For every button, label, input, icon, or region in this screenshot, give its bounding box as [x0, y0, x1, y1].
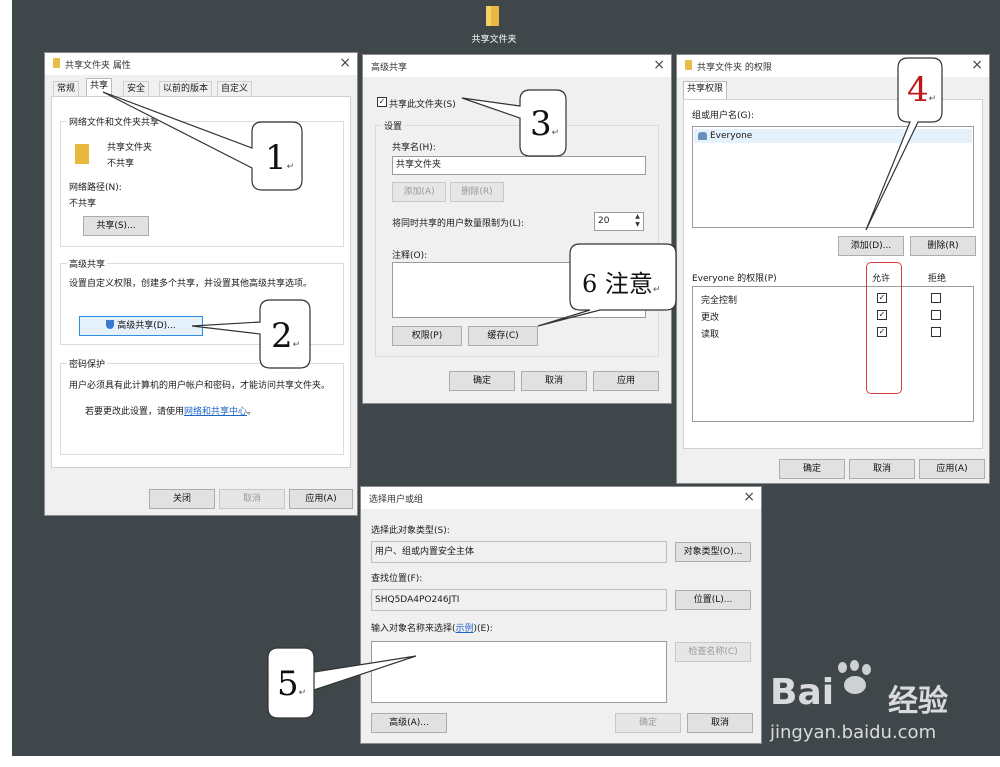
callout-6-return-mark: ↵ [652, 285, 661, 295]
baidu-watermark: Bai 经验 jingyan.baidu.com [770, 656, 990, 756]
watermark-brand-cn: 经验 [888, 684, 948, 719]
callout-2-return-mark: ↵ [292, 340, 301, 350]
watermark-url: jingyan.baidu.com [770, 722, 937, 743]
paw-icon [834, 660, 878, 700]
callout-5-label: 5↵ [277, 664, 306, 704]
callout-1-return-mark: ↵ [286, 162, 295, 172]
callout-5-number: 5 [277, 664, 299, 704]
callout-6-text: 6 注意 [582, 270, 653, 298]
callout-3-label: 3↵ [530, 104, 559, 144]
callout-4-return-mark: ↵ [928, 94, 937, 104]
callout-3-number: 3 [530, 104, 552, 144]
callout-2-label: 2↵ [271, 316, 300, 356]
callout-2-number: 2 [271, 316, 293, 356]
callout-5-return-mark: ↵ [298, 688, 307, 698]
callout-4-number: 4 [907, 70, 929, 110]
callout-1-label: 1↵ [265, 138, 294, 178]
callout-1-number: 1 [265, 138, 287, 178]
watermark-brand-latin: Bai [770, 672, 835, 713]
callout-6-label: 6 注意↵ [582, 264, 660, 299]
callout-overlay [102, 57, 943, 719]
callout-3-return-mark: ↵ [551, 128, 560, 138]
callout-4-label: 4↵ [907, 70, 936, 110]
